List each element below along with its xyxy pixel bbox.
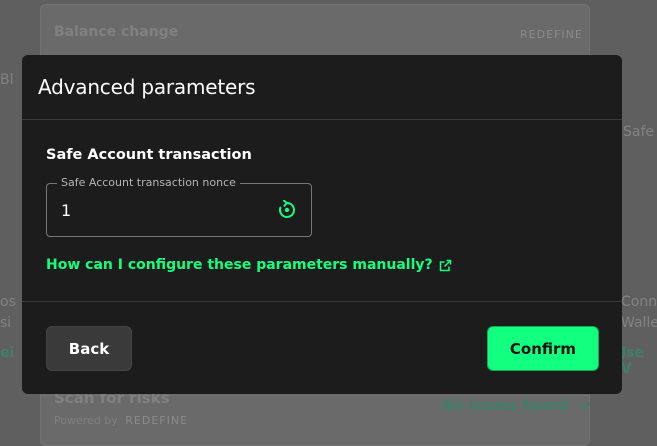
confirm-button[interactable]: Confirm xyxy=(487,326,599,371)
chevron-down-icon xyxy=(579,402,591,410)
no-issues-dropdown[interactable]: No issues found xyxy=(442,398,591,414)
powered-by-text: Powered by REDEFINE xyxy=(54,414,189,427)
header-divider xyxy=(22,119,622,120)
left-edge-text-3: si xyxy=(0,315,12,331)
nonce-field: Safe Account transaction nonce xyxy=(46,176,312,237)
right-edge-text-2: Conn xyxy=(621,294,657,310)
nonce-field-label: Safe Account transaction nonce xyxy=(57,176,240,189)
left-edge-text-1: Bl xyxy=(0,72,14,88)
right-edge-text-3: Walle xyxy=(621,315,657,331)
reset-nonce-icon[interactable] xyxy=(277,200,297,220)
left-edge-text-2: os xyxy=(0,294,16,310)
balance-change-title: Balance change xyxy=(54,24,179,40)
redefine-logo: REDEFINE xyxy=(520,28,583,41)
back-button[interactable]: Back xyxy=(46,326,132,371)
nonce-input[interactable] xyxy=(61,199,261,221)
section-title: Safe Account transaction xyxy=(46,147,252,163)
left-edge-text-4: ei xyxy=(0,345,15,361)
advanced-parameters-modal: Advanced parameters Safe Account transac… xyxy=(22,55,622,394)
right-edge-text-4: Jse V xyxy=(621,345,645,377)
redefine-logo-small: REDEFINE xyxy=(125,414,189,427)
footer-divider xyxy=(22,301,622,302)
right-edge-text-1: Safe xyxy=(623,124,655,140)
external-link-icon xyxy=(439,259,451,271)
modal-title: Advanced parameters xyxy=(38,75,256,99)
help-link[interactable]: How can I configure these parameters man… xyxy=(46,257,452,273)
